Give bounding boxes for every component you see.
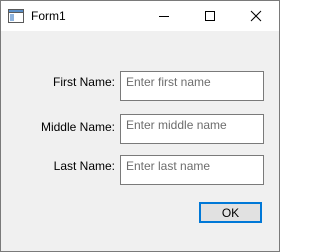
title-bar[interactable]: Form1 [1,1,279,31]
maximize-button[interactable] [187,1,233,31]
first-name-field[interactable]: Enter first name [120,71,264,101]
window-title: Form1 [31,9,66,23]
last-name-label: Last Name: [53,159,115,173]
middle-name-label-area: Middle Name: [1,120,115,134]
ok-button-label: OK [221,206,240,220]
last-name-placeholder: Enter last name [126,159,211,173]
maximize-icon [205,11,215,21]
first-name-label-area: First Name: [1,75,115,89]
close-button[interactable] [233,1,279,31]
form-window-icon [8,9,24,23]
first-name-placeholder: Enter first name [126,75,211,89]
form-window: Form1 First Name: Enter first name Middl… [0,0,280,252]
last-name-label-area: Last Name: [1,159,115,173]
last-name-field[interactable]: Enter last name [120,155,264,185]
middle-name-placeholder: Enter middle name [126,118,227,132]
ok-button[interactable]: OK [199,202,262,223]
middle-name-field[interactable]: Enter middle name [120,114,264,144]
first-name-label: First Name: [52,75,115,89]
close-icon [250,10,262,22]
minimize-button[interactable] [141,1,187,31]
middle-name-label: Middle Name: [40,120,115,134]
minimize-icon [159,16,169,17]
